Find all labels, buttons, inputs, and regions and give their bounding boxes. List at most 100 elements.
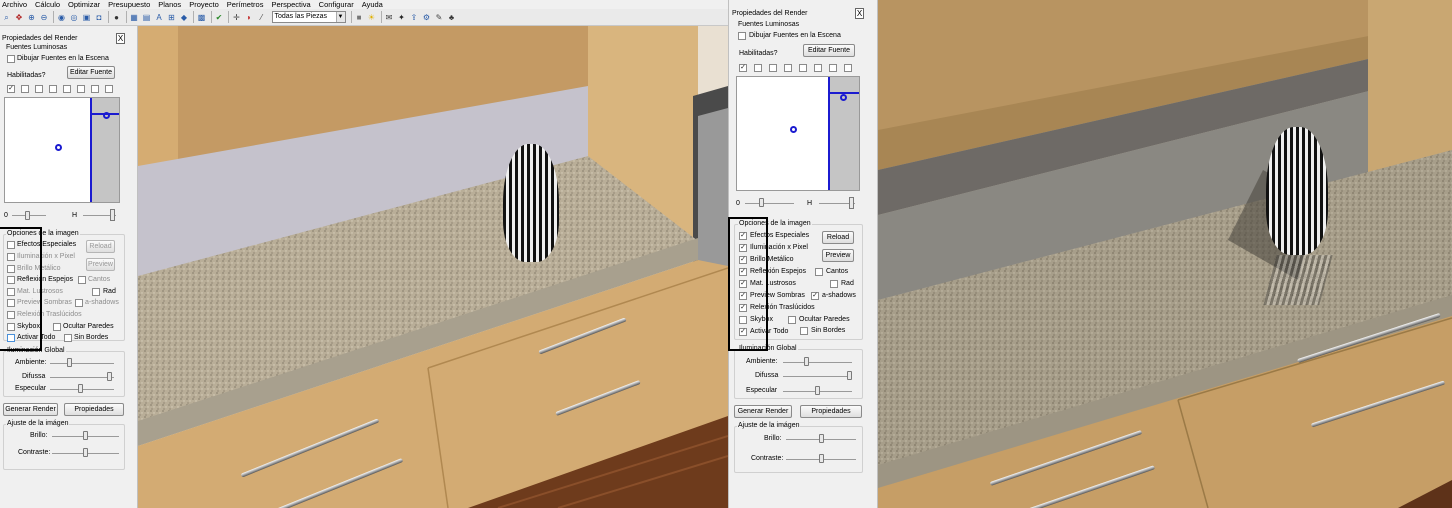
check-icon[interactable]: ✔	[214, 12, 225, 23]
edges-checkbox[interactable]	[815, 268, 823, 276]
mail-icon[interactable]: ✉	[384, 12, 395, 23]
draw-lights-checkbox[interactable]	[738, 32, 746, 40]
light-enabled-checkbox[interactable]	[21, 85, 29, 93]
menu-perspectiva[interactable]: Perspectiva	[271, 0, 310, 9]
ambient-slider-track[interactable]	[783, 362, 852, 363]
paint-icon[interactable]: ◗	[244, 12, 255, 23]
menu-archivo[interactable]: Archivo	[2, 0, 27, 9]
preview-button[interactable]: Preview	[822, 249, 854, 262]
preview-button[interactable]: Preview	[86, 258, 115, 271]
edit-light-button[interactable]: Editar Fuente	[803, 44, 855, 57]
diffuse-slider-thumb[interactable]	[107, 372, 112, 381]
menu-configurar[interactable]: Configurar	[319, 0, 354, 9]
render-icon[interactable]: ◎	[69, 12, 80, 23]
ambient-slider-track[interactable]	[50, 363, 114, 364]
light-enabled-checkbox[interactable]: ✓	[739, 64, 747, 72]
pencil-icon[interactable]: ✎	[434, 12, 445, 23]
zoom-icon[interactable]: ⌕	[1, 12, 12, 23]
close-icon[interactable]: X	[855, 8, 864, 19]
menu-presupuesto[interactable]: Presupuesto	[108, 0, 150, 9]
photo-icon[interactable]: ▣	[81, 12, 92, 23]
cube-icon[interactable]: ◆	[179, 12, 190, 23]
no-borders-checkbox[interactable]	[800, 327, 808, 335]
select-icon[interactable]: ✥	[14, 12, 25, 23]
brightness-slider-thumb[interactable]	[819, 434, 824, 443]
light-enabled-checkbox[interactable]	[35, 85, 43, 93]
light-height-thumb[interactable]	[849, 197, 854, 209]
a-shadows-checkbox[interactable]: ✓	[811, 292, 819, 300]
pieces-combo[interactable]: Todas las Piezas ▼	[271, 11, 346, 23]
measure-icon[interactable]: ⊞	[166, 12, 177, 23]
light-enabled-checkbox[interactable]	[77, 85, 85, 93]
light-enabled-checkbox[interactable]	[799, 64, 807, 72]
stop-icon[interactable]: ■	[354, 12, 365, 23]
edges-checkbox[interactable]	[78, 276, 86, 284]
menu-calculo[interactable]: Cálculo	[35, 0, 60, 9]
contrast-slider-thumb[interactable]	[819, 454, 824, 463]
light-enabled-checkbox[interactable]: ✓	[7, 85, 15, 93]
a-shadows-checkbox[interactable]	[75, 299, 83, 307]
camera-icon[interactable]: ◘	[94, 12, 105, 23]
light-enabled-checkbox[interactable]	[784, 64, 792, 72]
ambient-slider-thumb[interactable]	[67, 358, 72, 367]
light-enabled-checkbox[interactable]	[91, 85, 99, 93]
light-horizontal-track[interactable]	[745, 203, 794, 204]
3d-viewport[interactable]	[138, 26, 728, 508]
light-marker-icon[interactable]	[790, 126, 797, 133]
group-icon[interactable]: ♣	[446, 12, 457, 23]
globe-icon[interactable]: ◉	[56, 12, 67, 23]
diffuse-slider-track[interactable]	[783, 376, 852, 377]
brightness-slider-thumb[interactable]	[83, 431, 88, 440]
draw-lights-checkbox[interactable]	[7, 55, 15, 63]
no-borders-checkbox[interactable]	[64, 334, 72, 342]
move-icon[interactable]: ✛	[231, 12, 242, 23]
grid-icon[interactable]: ▦	[129, 12, 140, 23]
3d-viewport[interactable]	[878, 0, 1452, 508]
light-enabled-checkbox[interactable]	[49, 85, 57, 93]
light-icon[interactable]: ●	[111, 12, 122, 23]
hide-walls-checkbox[interactable]	[788, 316, 796, 324]
hide-walls-checkbox[interactable]	[53, 323, 61, 331]
export-icon[interactable]: ⇪	[409, 12, 420, 23]
zoom-out-icon[interactable]: ⊖	[39, 12, 50, 23]
diffuse-slider-track[interactable]	[50, 377, 114, 378]
reload-button[interactable]: Reload	[86, 240, 115, 253]
generate-render-button[interactable]: Generar Render	[3, 403, 58, 416]
close-icon[interactable]: X	[116, 33, 125, 44]
text-icon[interactable]: A	[154, 12, 165, 23]
zoom-in-icon[interactable]: ⊕	[26, 12, 37, 23]
lightbulb-icon[interactable]: ☀	[366, 12, 377, 23]
image-icon[interactable]: ▩	[196, 12, 207, 23]
properties-button[interactable]: Propiedades	[64, 403, 124, 416]
edit-light-button[interactable]: Editar Fuente	[67, 66, 115, 79]
light-horizontal-thumb[interactable]	[759, 198, 764, 207]
light-marker-side-icon[interactable]	[840, 94, 847, 101]
menu-planos[interactable]: Planos	[158, 0, 181, 9]
light-enabled-checkbox[interactable]	[814, 64, 822, 72]
light-enabled-checkbox[interactable]	[105, 85, 113, 93]
light-enabled-checkbox[interactable]	[63, 85, 71, 93]
light-enabled-checkbox[interactable]	[844, 64, 852, 72]
rad-checkbox[interactable]	[830, 280, 838, 288]
light-marker-side-icon[interactable]	[103, 112, 110, 119]
menu-ayuda[interactable]: Ayuda	[362, 0, 383, 9]
layers-icon[interactable]: ▤	[141, 12, 152, 23]
specular-slider-thumb[interactable]	[78, 384, 83, 393]
contrast-slider-thumb[interactable]	[83, 448, 88, 457]
twitter-icon[interactable]: ✦	[396, 12, 407, 23]
light-enabled-checkbox[interactable]	[754, 64, 762, 72]
light-horizontal-thumb[interactable]	[25, 211, 30, 220]
diffuse-slider-thumb[interactable]	[847, 371, 852, 380]
generate-render-button[interactable]: Generar Render	[734, 405, 792, 418]
light-position-preview[interactable]	[736, 76, 860, 191]
light-position-preview[interactable]	[4, 97, 120, 203]
settings-icon[interactable]: ⚙	[421, 12, 432, 23]
light-enabled-checkbox[interactable]	[829, 64, 837, 72]
reload-button[interactable]: Reload	[822, 231, 854, 244]
specular-slider-thumb[interactable]	[815, 386, 820, 395]
light-enabled-checkbox[interactable]	[769, 64, 777, 72]
light-marker-icon[interactable]	[55, 144, 62, 151]
properties-button[interactable]: Propiedades	[800, 405, 862, 418]
rad-checkbox[interactable]	[92, 288, 100, 296]
menu-proyecto[interactable]: Proyecto	[189, 0, 219, 9]
